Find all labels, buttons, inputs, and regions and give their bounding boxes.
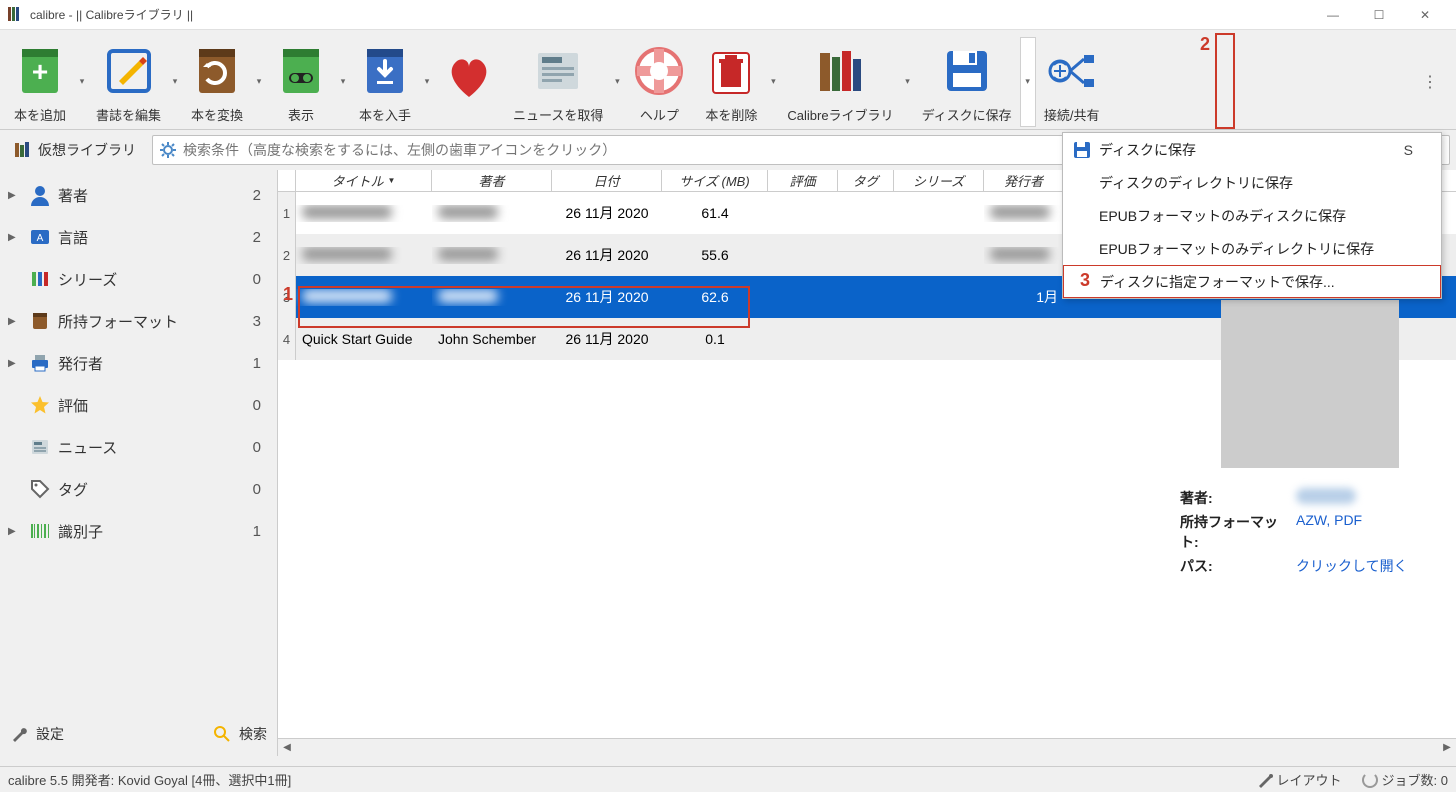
details-panel: 著者: 所持フォーマット:AZW, PDF パス:クリックして開く [1180, 300, 1440, 580]
help-button[interactable]: ヘルプ [623, 34, 695, 130]
detail-format-label: 所持フォーマット: [1180, 512, 1296, 552]
edit-metadata-button[interactable]: 書誌を編集 [88, 34, 169, 130]
save-to-disk-dropdown[interactable]: ▾ [1020, 37, 1036, 127]
fetch-news-button[interactable]: ニュースを取得 [505, 34, 611, 130]
detail-path-value[interactable]: クリックして開く [1296, 556, 1408, 576]
magnifier-icon [213, 725, 235, 743]
spinner-icon [1362, 772, 1378, 788]
window-title: calibre - || Calibreライブラリ || [30, 6, 193, 23]
chevron-right-icon: ▶ [8, 526, 22, 537]
heart-button[interactable] [433, 34, 505, 130]
dropdown-arrow-icon[interactable] [76, 37, 88, 127]
menu-save-directory[interactable]: ディスクのディレクトリに保存 [1063, 166, 1441, 199]
detail-author-value[interactable] [1296, 488, 1356, 504]
delete-book-button[interactable]: 本を削除 [695, 34, 767, 130]
col-title[interactable]: タイトル▼ [296, 170, 432, 191]
chevron-right-icon: ▶ [8, 358, 22, 369]
calibre-library-button[interactable]: Calibreライブラリ [779, 34, 901, 130]
add-book-button[interactable]: + 本を追加 [4, 34, 76, 130]
sidebar-item-series[interactable]: シリーズ 0 [0, 258, 277, 300]
col-size[interactable]: サイズ (MB) [662, 170, 768, 191]
sidebar-item-rating[interactable]: 評価 0 [0, 384, 277, 426]
settings-button[interactable]: 設定 [10, 724, 64, 744]
virtual-library-button[interactable]: 仮想ライブラリ [6, 136, 144, 164]
dropdown-arrow-icon[interactable] [421, 37, 433, 127]
sidebar-item-news[interactable]: ニュース 0 [0, 426, 277, 468]
view-button[interactable]: 表示 [265, 34, 337, 130]
dropdown-arrow-icon[interactable] [611, 37, 623, 127]
svg-text:A: A [37, 233, 44, 244]
dropdown-arrow-icon[interactable] [902, 37, 914, 127]
menu-save-epub-disk[interactable]: EPUBフォーマットのみディスクに保存 [1063, 199, 1441, 232]
wrench-icon [10, 725, 32, 743]
gear-icon[interactable] [159, 141, 177, 159]
dropdown-arrow-icon[interactable] [337, 37, 349, 127]
book-cover[interactable] [1221, 300, 1399, 468]
close-button[interactable]: ✕ [1402, 0, 1448, 30]
annotation-1: 1 [283, 284, 293, 305]
svg-text:+: + [32, 56, 48, 87]
save-dropdown-menu: ディスクに保存 S ディスクのディレクトリに保存 EPUBフォーマットのみディス… [1062, 132, 1442, 299]
chevron-right-icon: ▶ [8, 232, 22, 243]
save-to-disk-button[interactable]: ディスクに保存 [914, 34, 1020, 130]
dropdown-arrow-icon[interactable] [767, 37, 779, 127]
star-icon [28, 393, 52, 417]
detail-format-value[interactable]: AZW, PDF [1296, 512, 1362, 552]
connect-share-button[interactable]: 接続/共有 [1036, 34, 1108, 130]
annotation-2: 2 [1200, 34, 1210, 55]
overflow-menu-icon[interactable]: ⋮ [1410, 72, 1452, 92]
barcode-icon [28, 519, 52, 543]
news-icon [28, 435, 52, 459]
person-icon [28, 183, 52, 207]
jobs-indicator[interactable]: ジョブ数: 0 [1362, 770, 1448, 789]
detail-path-label: パス: [1180, 556, 1296, 576]
app-icon [8, 7, 24, 23]
books-icon [14, 141, 32, 159]
col-series[interactable]: シリーズ [894, 170, 984, 191]
horizontal-scrollbar[interactable]: ◀▶ [278, 738, 1456, 756]
save-icon [1073, 141, 1093, 159]
annotation-3: 3 [1080, 270, 1090, 291]
book-icon [28, 309, 52, 333]
col-publisher[interactable]: 発行者 [984, 170, 1064, 191]
series-icon [28, 267, 52, 291]
status-bar: calibre 5.5 開発者: Kovid Goyal [4冊、選択中1冊] … [0, 766, 1456, 792]
col-date[interactable]: 日付 [552, 170, 662, 191]
minimize-button[interactable]: — [1310, 0, 1356, 30]
toolbar: + 本を追加 書誌を編集 本を変換 表示 本を入手 ニュースを取得 ヘルプ 本を… [0, 30, 1456, 130]
chevron-right-icon: ▶ [8, 316, 22, 327]
menu-save-specific-format[interactable]: ディスクに指定フォーマットで保存... [1063, 265, 1441, 298]
printer-icon [28, 351, 52, 375]
language-icon: A [28, 225, 52, 249]
fetch-book-button[interactable]: 本を入手 [349, 34, 421, 130]
sidebar-item-identifier[interactable]: ▶ 識別子 1 [0, 510, 277, 552]
menu-save-to-disk[interactable]: ディスクに保存 S [1063, 133, 1441, 166]
status-text: calibre 5.5 開発者: Kovid Goyal [4冊、選択中1冊] [8, 770, 291, 789]
layout-button[interactable]: レイアウト [1257, 770, 1342, 789]
convert-book-button[interactable]: 本を変換 [181, 34, 253, 130]
detail-author-label: 著者: [1180, 488, 1296, 508]
dropdown-arrow-icon[interactable] [169, 37, 181, 127]
titlebar: calibre - || Calibreライブラリ || — ☐ ✕ [0, 0, 1456, 30]
maximize-button[interactable]: ☐ [1356, 0, 1402, 30]
sidebar-item-format[interactable]: ▶ 所持フォーマット 3 [0, 300, 277, 342]
col-rating[interactable]: 評価 [768, 170, 838, 191]
sidebar-item-publisher[interactable]: ▶ 発行者 1 [0, 342, 277, 384]
sidebar-item-language[interactable]: ▶ A 言語 2 [0, 216, 277, 258]
sidebar: ▶ 著者 2 ▶ A 言語 2 シリーズ 0 ▶ 所持フォーマット [0, 170, 278, 756]
chevron-right-icon: ▶ [8, 190, 22, 201]
dropdown-arrow-icon[interactable] [253, 37, 265, 127]
sidebar-item-author[interactable]: ▶ 著者 2 [0, 174, 277, 216]
menu-save-epub-directory[interactable]: EPUBフォーマットのみディレクトリに保存 [1063, 232, 1441, 265]
search-button[interactable]: 検索 [213, 724, 267, 744]
col-tags[interactable]: タグ [838, 170, 894, 191]
tag-icon [28, 477, 52, 501]
sidebar-item-tags[interactable]: タグ 0 [0, 468, 277, 510]
col-author[interactable]: 著者 [432, 170, 552, 191]
